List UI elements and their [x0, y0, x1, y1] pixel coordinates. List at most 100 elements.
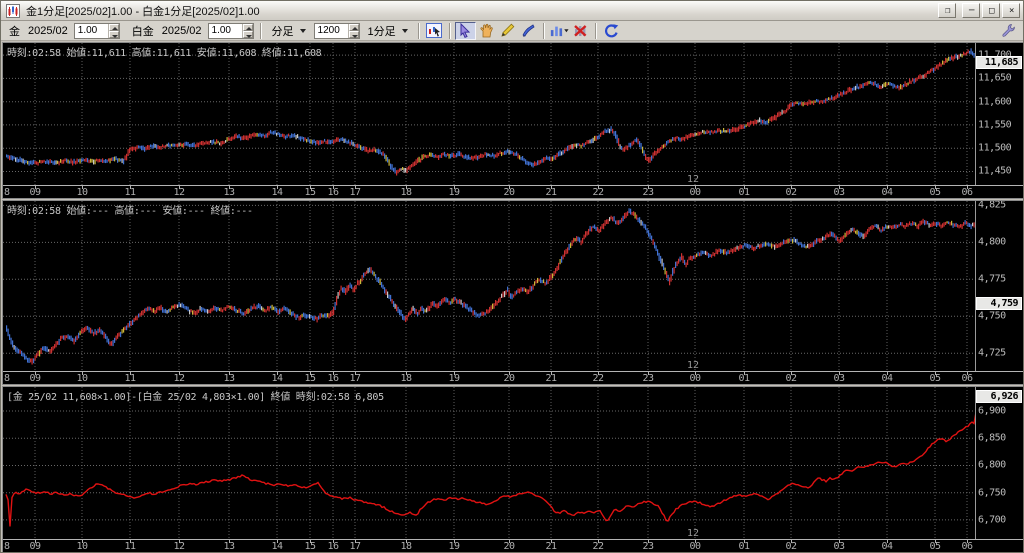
gold-chart-panel: 時刻:02:58 始値:11,611 高値:11,611 安値:11,608 終…: [2, 42, 1024, 199]
hour-label: 23: [642, 187, 653, 198]
spin-up-icon[interactable]: [243, 24, 253, 31]
chevron-down-icon: [300, 29, 306, 33]
interval-dropdown[interactable]: 1分足: [363, 22, 413, 40]
charts-area: 時刻:02:58 始値:11,611 高値:11,611 安値:11,608 終…: [1, 41, 1024, 553]
spin-down-icon[interactable]: [349, 31, 359, 38]
toolbar-separator: [260, 23, 262, 39]
spread-line-plot[interactable]: [3, 387, 976, 539]
chevron-down-icon: [402, 29, 408, 33]
hour-label: 15: [304, 373, 315, 384]
y-tick-label: 11,600: [978, 96, 1011, 107]
app-chart-icon: [6, 4, 20, 18]
interval-value: 1分足: [368, 23, 396, 39]
hour-label: 05: [929, 541, 940, 552]
delete-x-icon: [573, 23, 588, 38]
draw-line-button[interactable]: [497, 22, 518, 40]
y-tick-label: 4,725: [978, 348, 1006, 359]
hour-label: 18: [400, 187, 411, 198]
spin-up-icon[interactable]: [109, 24, 119, 31]
bar-count-arrows[interactable]: [348, 24, 359, 38]
hour-label: 14: [271, 373, 282, 384]
hour-label: 18: [400, 373, 411, 384]
gold-label: 金: [9, 23, 20, 39]
hour-label: 02: [785, 541, 796, 552]
hour-label: 17: [349, 373, 360, 384]
pan-tool-button[interactable]: [476, 22, 497, 40]
platinum-multiplier-value[interactable]: 1.00: [209, 24, 242, 38]
hour-label: 04: [881, 373, 892, 384]
hour-label: 22: [592, 187, 603, 198]
platinum-candlestick-plot[interactable]: [3, 201, 976, 371]
hour-label: 01: [738, 541, 749, 552]
hour-label: 13: [223, 541, 234, 552]
hour-label: 16: [327, 373, 338, 384]
close-button[interactable]: ×: [1002, 3, 1020, 18]
hour-label: 06: [961, 187, 972, 198]
hour-label: 09: [29, 541, 40, 552]
hand-icon: [479, 23, 494, 38]
spin-down-icon[interactable]: [109, 31, 119, 38]
platinum-multiplier-spinner[interactable]: 1.00: [208, 23, 254, 39]
title-bar[interactable]: 金1分足[2025/02]1.00 - 白金1分足[2025/02]1.00 ❐…: [1, 1, 1023, 21]
hour-label: 06: [961, 541, 972, 552]
y-tick-label: 6,850: [978, 433, 1006, 444]
y-tick-label: 4,825: [978, 201, 1006, 211]
hour-label: 19: [448, 187, 459, 198]
hour-label: 20: [503, 187, 514, 198]
spin-up-icon[interactable]: [349, 24, 359, 31]
gold-multiplier-arrows[interactable]: [108, 24, 119, 38]
toolbar-separator: [418, 23, 420, 39]
platinum-price-axis: 4,7254,7504,7754,8004,825 4,759: [976, 201, 1023, 371]
wrench-icon: [1001, 23, 1016, 38]
toolbar-separator: [595, 23, 597, 39]
minimize-button[interactable]: ─: [962, 3, 980, 18]
delete-drawing-button[interactable]: [570, 22, 591, 40]
hour-label: 13: [223, 373, 234, 384]
gold-time-axis: 8 09101112131415161718192021222300010203…: [3, 185, 1023, 197]
gold-multiplier-value[interactable]: 1.00: [75, 24, 108, 38]
y-tick-label: 6,900: [978, 405, 1006, 416]
edge-hour-label: 8: [4, 373, 10, 384]
platinum-last-price-badge: 4,759: [976, 297, 1022, 310]
hour-label: 12: [173, 187, 184, 198]
refresh-icon: [603, 23, 619, 38]
gold-multiplier-spinner[interactable]: 1.00: [74, 23, 120, 39]
cursor-tool-button[interactable]: [455, 22, 476, 40]
hour-label: 11: [124, 373, 135, 384]
range-select-button[interactable]: [424, 22, 445, 40]
refresh-button[interactable]: [601, 22, 622, 40]
y-tick-label: 11,450: [978, 166, 1011, 177]
hour-label: 05: [929, 187, 940, 198]
platinum-time-axis: 8 09101112131415161718192021222300010203…: [3, 371, 1023, 383]
hour-label: 21: [545, 541, 556, 552]
period-type-dropdown[interactable]: 分足: [267, 22, 311, 40]
toolbar-separator: [543, 23, 545, 39]
spin-down-icon[interactable]: [243, 31, 253, 38]
settings-button[interactable]: [998, 22, 1019, 40]
hour-label: 04: [881, 541, 892, 552]
maximize-button[interactable]: □: [982, 3, 1000, 18]
hour-label: 03: [833, 373, 844, 384]
gold-candlestick-plot[interactable]: [3, 43, 976, 185]
period-type-value: 分足: [272, 23, 294, 39]
bar-count-spinner[interactable]: 1200: [314, 23, 360, 39]
float-window-button[interactable]: ❐: [938, 3, 956, 18]
hour-label: 16: [327, 541, 338, 552]
bar-chart-icon: [550, 23, 569, 38]
hour-label: 01: [738, 373, 749, 384]
brush-icon: [521, 23, 536, 38]
spread-price-axis: 6,7006,7506,8006,8506,900 6,926: [976, 387, 1023, 539]
hour-label: 03: [833, 187, 844, 198]
hour-label: 03: [833, 541, 844, 552]
toolbar: 金 2025/02 1.00 白金 2025/02 1.00 分足 1200 1…: [1, 21, 1023, 41]
hour-label: 16: [327, 187, 338, 198]
bar-count-value[interactable]: 1200: [315, 24, 348, 38]
platinum-multiplier-arrows[interactable]: [242, 24, 253, 38]
spread-last-price-badge: 6,926: [976, 390, 1022, 403]
chart-type-button[interactable]: [549, 22, 570, 40]
hour-label: 21: [545, 373, 556, 384]
hour-label: 12: [173, 541, 184, 552]
marker-tool-button[interactable]: [518, 22, 539, 40]
hour-label: 17: [349, 187, 360, 198]
hour-label: 14: [271, 187, 282, 198]
